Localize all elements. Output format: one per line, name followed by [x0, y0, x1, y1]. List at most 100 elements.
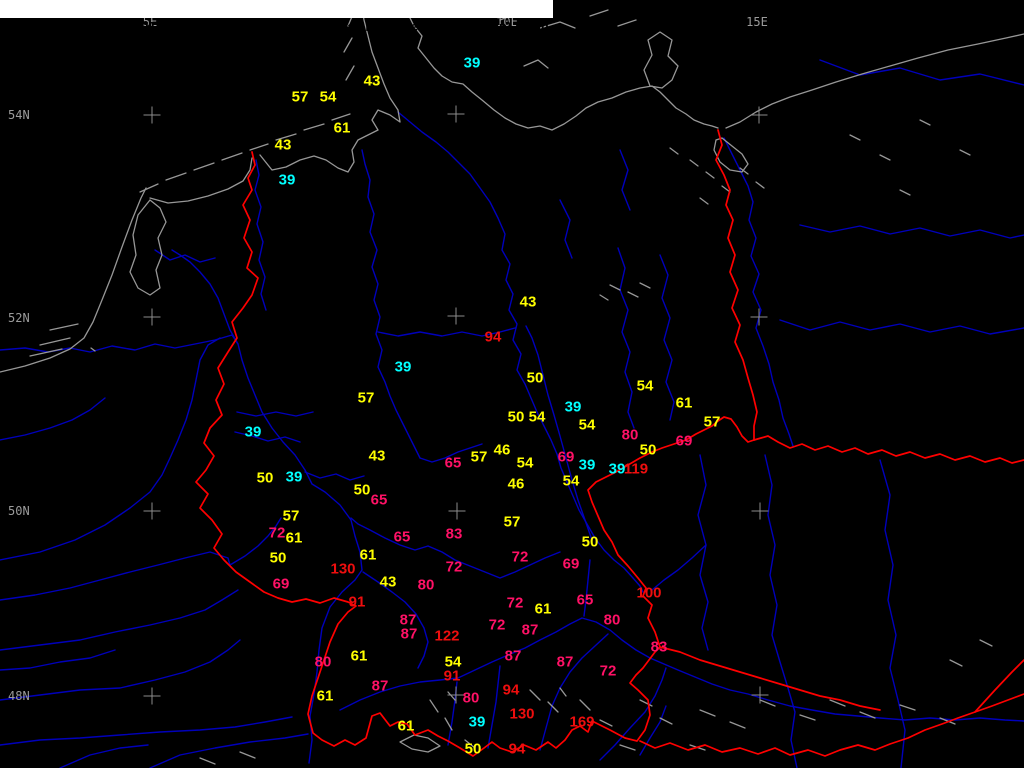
- station-wind-value: 50: [581, 533, 599, 551]
- station-wind-value: 39: [578, 456, 596, 474]
- station-wind-value: 80: [603, 611, 621, 629]
- station-wind-value: 57: [470, 448, 488, 466]
- station-wind-value: 61: [285, 529, 303, 547]
- graticule-plus-mark: [750, 106, 768, 124]
- station-wind-value: 80: [314, 653, 332, 671]
- station-wind-value: 39: [278, 171, 296, 189]
- station-wind-value: 69: [562, 555, 580, 573]
- station-wind-value: 61: [350, 647, 368, 665]
- title-text: SON 26.12.99 18:00 UTC Bodenwettermeldun…: [16, 19, 549, 34]
- station-wind-value: 100: [636, 584, 662, 602]
- latitude-label: 52N: [8, 311, 30, 325]
- station-wind-value: 80: [462, 689, 480, 707]
- station-wind-value: 61: [359, 546, 377, 564]
- station-wind-value: 50: [507, 408, 525, 426]
- station-wind-value: 39: [468, 713, 486, 731]
- graticule-plus-mark: [143, 502, 161, 520]
- latitude-label: 48N: [8, 689, 30, 703]
- station-wind-value: 50: [256, 469, 274, 487]
- station-wind-value: 72: [506, 594, 524, 612]
- station-wind-value: 54: [516, 454, 534, 472]
- station-wind-value: 94: [502, 681, 520, 699]
- station-wind-value: 57: [703, 413, 721, 431]
- station-wind-value: 72: [511, 548, 529, 566]
- station-wind-value: 43: [379, 573, 397, 591]
- station-wind-value: 61: [333, 119, 351, 137]
- station-wind-value: 61: [675, 394, 693, 412]
- station-wind-value: 65: [370, 491, 388, 509]
- station-wind-value: 43: [363, 72, 381, 90]
- station-wind-value: 72: [268, 524, 286, 542]
- station-wind-value: 87: [400, 625, 418, 643]
- station-wind-value: 43: [519, 293, 537, 311]
- longitude-label: 15E: [746, 15, 768, 29]
- graticule-plus-mark: [751, 502, 769, 520]
- station-wind-value: 61: [397, 717, 415, 735]
- station-wind-value: 87: [556, 653, 574, 671]
- station-wind-value: 72: [599, 662, 617, 680]
- station-wind-value: 91: [443, 667, 461, 685]
- graticule-plus-mark: [143, 687, 161, 705]
- station-wind-value: 54: [578, 416, 596, 434]
- station-wind-value: 50: [353, 481, 371, 499]
- station-wind-value: 61: [534, 600, 552, 618]
- station-wind-value: 50: [269, 549, 287, 567]
- graticule-plus-mark: [143, 308, 161, 326]
- station-wind-value: 39: [608, 460, 626, 478]
- station-wind-value: 43: [368, 447, 386, 465]
- station-wind-value: 54: [319, 88, 337, 106]
- station-wind-value: 65: [444, 454, 462, 472]
- station-wind-value: 119: [623, 460, 649, 478]
- station-wind-value: 57: [357, 389, 375, 407]
- station-wind-value: 72: [445, 558, 463, 576]
- title-bar: SON 26.12.99 18:00 UTC Bodenwettermeldun…: [0, 0, 553, 34]
- station-wind-value: 57: [282, 507, 300, 525]
- station-wind-value: 94: [484, 328, 502, 346]
- station-wind-value: 87: [371, 677, 389, 695]
- station-wind-value: 57: [503, 513, 521, 531]
- graticule-plus-mark: [143, 106, 161, 124]
- station-wind-value: 69: [557, 448, 575, 466]
- station-wind-value: 69: [272, 575, 290, 593]
- station-wind-value: 169: [569, 713, 595, 731]
- station-wind-value: 80: [621, 426, 639, 444]
- graticule-plus-mark: [448, 502, 466, 520]
- weather-map-screen: 54N52N50N48N5E10E15E39435754614339439439…: [0, 0, 1024, 768]
- station-wind-value: 130: [330, 560, 356, 578]
- graticule-plus-mark: [447, 105, 465, 123]
- graticule-plus-mark: [447, 307, 465, 325]
- station-wind-value: 72: [488, 616, 506, 634]
- annotation-overlay: 54N52N50N48N5E10E15E39435754614339439439…: [0, 0, 1024, 768]
- station-wind-value: 54: [562, 472, 580, 490]
- station-wind-value: 83: [650, 638, 668, 656]
- station-wind-value: 54: [528, 408, 546, 426]
- station-wind-value: 122: [434, 627, 460, 645]
- station-wind-value: 39: [463, 54, 481, 72]
- station-wind-value: 130: [509, 705, 535, 723]
- station-wind-value: 61: [316, 687, 334, 705]
- station-wind-value: 91: [348, 593, 366, 611]
- station-wind-value: 54: [636, 377, 654, 395]
- station-wind-value: 87: [504, 647, 522, 665]
- station-wind-value: 65: [393, 528, 411, 546]
- station-wind-value: 39: [394, 358, 412, 376]
- station-wind-value: 39: [564, 398, 582, 416]
- station-wind-value: 43: [274, 136, 292, 154]
- station-wind-value: 80: [417, 576, 435, 594]
- station-wind-value: 50: [639, 441, 657, 459]
- station-wind-value: 46: [507, 475, 525, 493]
- station-wind-value: 50: [526, 369, 544, 387]
- station-wind-value: 87: [521, 621, 539, 639]
- graticule-plus-mark: [750, 308, 768, 326]
- station-wind-value: 46: [493, 441, 511, 459]
- latitude-label: 50N: [8, 504, 30, 518]
- station-wind-value: 39: [285, 468, 303, 486]
- latitude-label: 54N: [8, 108, 30, 122]
- station-wind-value: 65: [576, 591, 594, 609]
- station-wind-value: 83: [445, 525, 463, 543]
- station-wind-value: 57: [291, 88, 309, 106]
- graticule-plus-mark: [751, 686, 769, 704]
- station-wind-value: 94: [508, 740, 526, 758]
- station-wind-value: 69: [675, 432, 693, 450]
- station-wind-value: 39: [244, 423, 262, 441]
